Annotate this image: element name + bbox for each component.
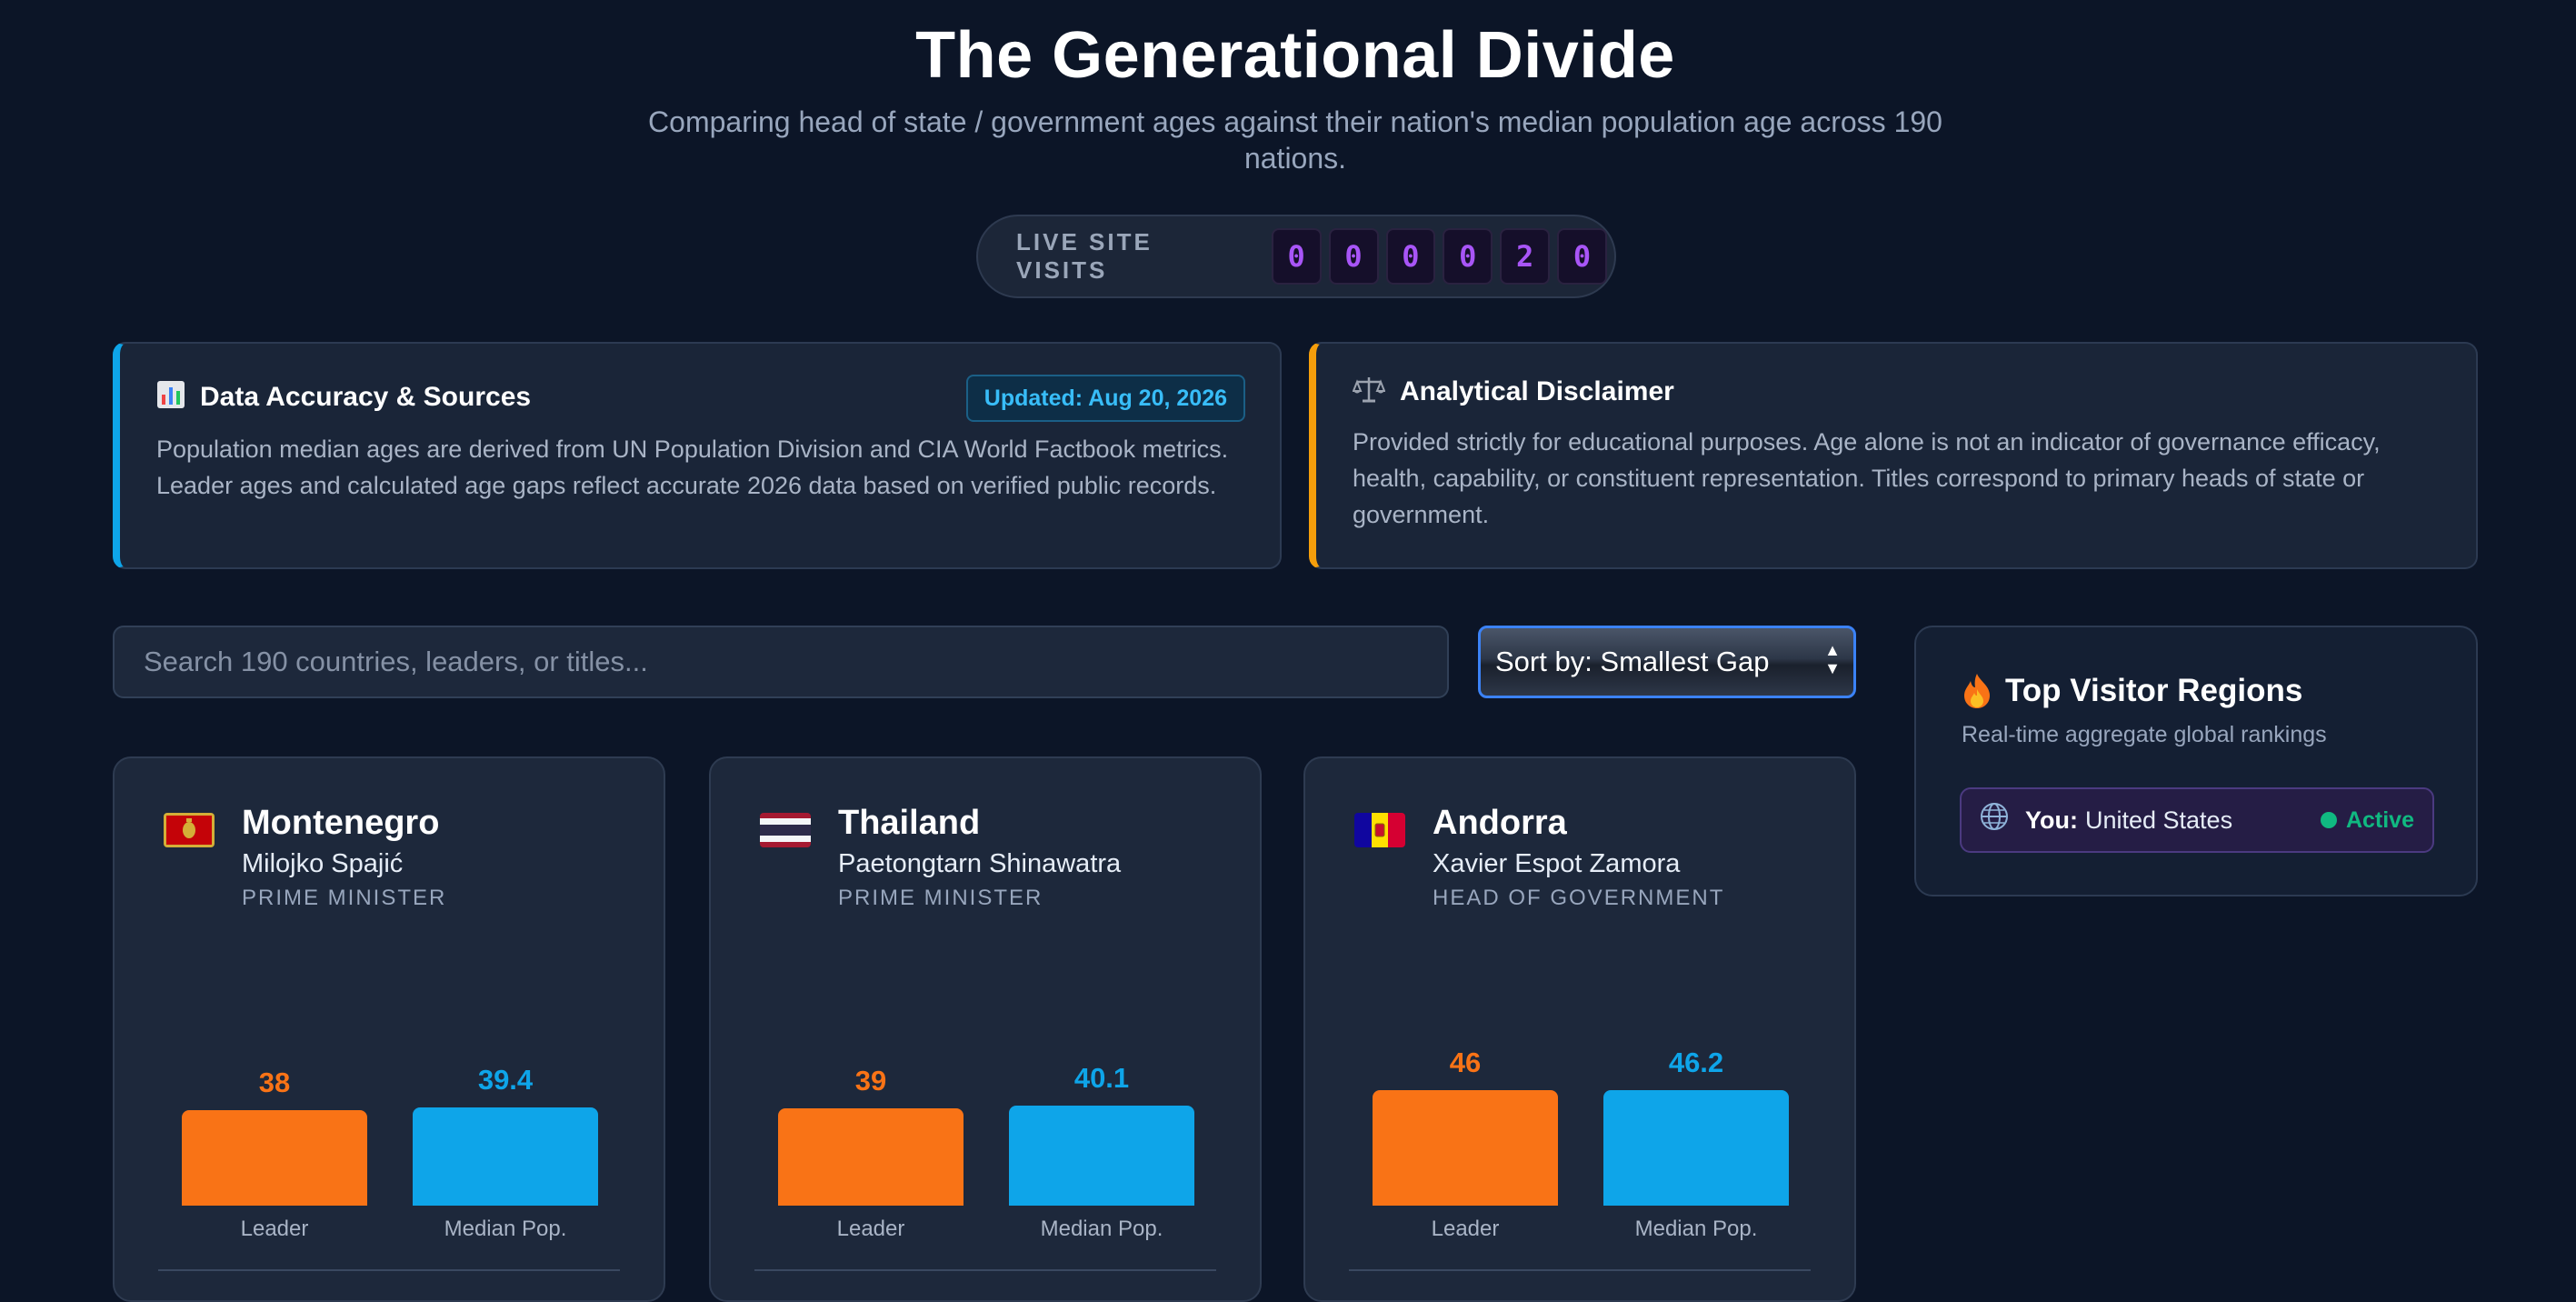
visit-digit: 0 <box>1557 228 1607 285</box>
median-caption: Median Pop. <box>1634 1217 1758 1241</box>
country-card[interactable]: Montenegro Milojko Spajić PRIME MINISTER… <box>113 756 665 1302</box>
visit-digit: 2 <box>1500 228 1551 285</box>
card-divider <box>754 1269 1216 1271</box>
visit-counter: LIVE SITE VISITS 0 0 0 0 2 0 <box>976 215 1616 298</box>
visit-digit: 0 <box>1328 228 1379 285</box>
leader-title: PRIME MINISTER <box>242 886 447 910</box>
card-divider <box>158 1269 620 1271</box>
visit-digit: 0 <box>1443 228 1493 285</box>
scales-icon <box>1352 375 1386 408</box>
country-name: Thailand <box>838 804 981 842</box>
country-name: Andorra <box>1433 804 1567 842</box>
sort-select[interactable]: Sort by: Smallest Gap ▲ ▼ <box>1478 626 1856 698</box>
visit-digit: 0 <box>1271 228 1322 285</box>
leader-age-value: 39 <box>854 1065 887 1097</box>
median-caption: Median Pop. <box>444 1217 567 1241</box>
globe-icon <box>1980 802 2009 838</box>
sort-select-label: Sort by: Smallest Gap <box>1495 646 1770 677</box>
leader-caption: Leader <box>836 1217 905 1241</box>
region-country: United States <box>2084 806 2233 834</box>
country-card[interactable]: Thailand Paetongtarn Shinawatra PRIME MI… <box>709 756 1262 1302</box>
page-title: The Generational Divide <box>915 19 1675 92</box>
country-name: Montenegro <box>242 804 440 842</box>
status-badge: Active <box>2320 806 2414 834</box>
median-caption: Median Pop. <box>1040 1217 1163 1241</box>
disclaimer-text: Provided strictly for educational purpos… <box>1353 428 2381 528</box>
leader-age-value: 38 <box>258 1067 291 1098</box>
leader-age-bar <box>778 1108 964 1206</box>
region-row[interactable]: You: United States Active <box>1960 787 2434 853</box>
thailand-flag-icon <box>760 813 811 847</box>
leader-title: PRIME MINISTER <box>838 886 1043 910</box>
data-sources-card: Data Accuracy & Sources Updated: Aug 20,… <box>113 342 1282 569</box>
country-card[interactable]: Andorra Xavier Espot Zamora HEAD OF GOVE… <box>1303 756 1856 1302</box>
bar-chart-icon <box>156 380 185 414</box>
leader-caption: Leader <box>1431 1217 1500 1241</box>
visitor-regions-panel: Top Visitor Regions Real-time aggregate … <box>1914 626 2478 896</box>
leader-age-bar <box>182 1110 367 1206</box>
montenegro-flag-icon <box>164 813 215 847</box>
leader-name: Paetongtarn Shinawatra <box>838 849 1122 878</box>
disclaimer-header: Analytical Disclaimer <box>1352 375 1674 408</box>
status-label: Active <box>2345 806 2414 833</box>
data-sources-title: Data Accuracy & Sources <box>200 381 532 412</box>
card-divider <box>1349 1269 1811 1271</box>
median-age-bar <box>413 1107 598 1206</box>
updated-badge: Updated: Aug 20, 2026 <box>965 375 1245 422</box>
leader-age-bar <box>1373 1090 1558 1206</box>
visitor-regions-title: Top Visitor Regions <box>2005 673 2303 708</box>
region-you-label: You: <box>2025 806 2078 834</box>
page-subtitle: Comparing head of state / government age… <box>648 105 1942 175</box>
median-age-value: 39.4 <box>477 1064 534 1096</box>
median-age-value: 40.1 <box>1073 1062 1130 1094</box>
data-sources-text: Population median ages are derived from … <box>156 436 1229 499</box>
search-input[interactable] <box>113 626 1449 698</box>
median-age-bar <box>1009 1106 1194 1206</box>
leader-name: Xavier Espot Zamora <box>1433 849 1681 878</box>
sort-arrows-icon: ▲ ▼ <box>1824 641 1841 677</box>
disclaimer-title: Analytical Disclaimer <box>1400 376 1674 406</box>
median-age-bar <box>1603 1090 1789 1206</box>
visit-digit: 0 <box>1385 228 1436 285</box>
leader-name: Milojko Spajić <box>242 849 404 878</box>
andorra-flag-icon <box>1354 813 1405 847</box>
leader-age-value: 46 <box>1449 1047 1482 1078</box>
data-sources-header: Data Accuracy & Sources <box>156 380 531 414</box>
leader-caption: Leader <box>240 1217 309 1241</box>
visitor-regions-subtitle: Real-time aggregate global rankings <box>1962 722 2327 747</box>
status-dot-icon <box>2320 812 2337 828</box>
visitor-regions-header: Top Visitor Regions <box>1962 673 2302 709</box>
visit-counter-label: LIVE SITE VISITS <box>1016 228 1153 284</box>
fire-icon <box>1962 673 1992 709</box>
median-age-value: 46.2 <box>1668 1047 1724 1078</box>
leader-title: HEAD OF GOVERNMENT <box>1433 886 1725 910</box>
disclaimer-card: Analytical Disclaimer Provided strictly … <box>1309 342 2478 569</box>
